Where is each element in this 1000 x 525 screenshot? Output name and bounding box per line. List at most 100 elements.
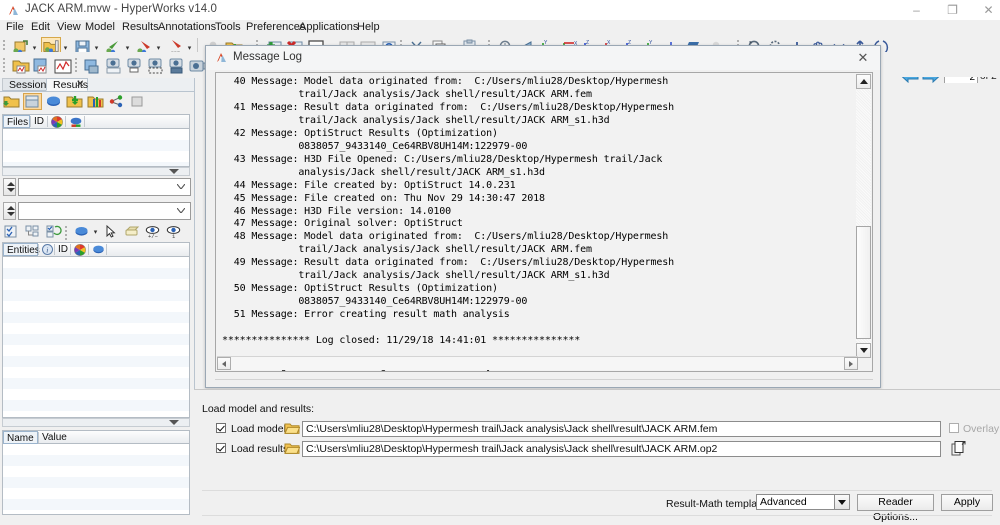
result-math-template-combo[interactable]: Advanced: [756, 494, 850, 510]
vscroll-thumb[interactable]: [856, 226, 871, 339]
column-files[interactable]: Files: [3, 115, 30, 128]
sync-icon[interactable]: [44, 223, 63, 240]
export-ppt-dropdown[interactable]: ▾: [186, 45, 193, 52]
column-entities-id[interactable]: ID: [55, 243, 70, 256]
column-name[interactable]: Name: [3, 431, 38, 444]
menu-annotations[interactable]: Annotations: [158, 21, 216, 33]
import-dropdown[interactable]: ▾: [124, 45, 131, 52]
mask-icon[interactable]: [122, 223, 141, 240]
column-id[interactable]: ID: [31, 115, 47, 128]
entities-shade-icon[interactable]: [89, 243, 106, 256]
result-component-selector[interactable]: [3, 202, 191, 220]
files-collapse-handle[interactable]: [2, 167, 190, 176]
copy-paths-icon[interactable]: [951, 440, 967, 457]
scroll-left-button[interactable]: [217, 357, 231, 370]
chevron-down-icon: [177, 184, 185, 189]
result-component-field[interactable]: [18, 202, 191, 220]
log-vertical-scrollbar[interactable]: [856, 74, 871, 358]
capture-dashed-icon[interactable]: [145, 56, 165, 75]
entities-grip[interactable]: [64, 224, 69, 241]
column-value[interactable]: Value: [39, 431, 79, 444]
export-dropdown[interactable]: ▾: [155, 45, 162, 52]
log-area: 40 Message: Model data originated from: …: [215, 72, 873, 400]
tab-close-icon[interactable]: ✕: [76, 78, 84, 91]
menu-tools[interactable]: Tools: [215, 21, 241, 33]
new-session-dropdown[interactable]: ▾: [31, 45, 38, 52]
contour-icon[interactable]: [44, 93, 63, 110]
dialog-separator: [215, 379, 873, 380]
files-list-body[interactable]: [2, 129, 190, 167]
menu-edit[interactable]: Edit: [31, 21, 50, 33]
load-results-path-field[interactable]: C:\Users\mliu28\Desktop\Hypermesh trail\…: [302, 441, 941, 457]
load-results-path: C:\Users\mliu28\Desktop\Hypermesh trail\…: [306, 443, 718, 455]
result-type-selector[interactable]: [3, 178, 191, 196]
plot-window-icon[interactable]: [52, 56, 72, 75]
maximize-button[interactable]: ❐: [936, 0, 969, 20]
visibility-toggle-icon[interactable]: +/−: [143, 223, 162, 240]
save-plot-icon[interactable]: [31, 56, 51, 75]
scroll-down-button[interactable]: [856, 343, 871, 358]
load-model-path-field[interactable]: C:\Users\mliu28\Desktop\Hypermesh trail\…: [302, 421, 941, 437]
log-horizontal-scrollbar[interactable]: [217, 356, 858, 370]
message-log-dialog: Message Log ✕ 40 Message: Model data ori…: [205, 45, 881, 428]
expand-tree-icon[interactable]: [23, 223, 42, 240]
name-value-body[interactable]: [2, 444, 190, 515]
files-contour-icon[interactable]: [66, 115, 84, 128]
load-results-checkbox[interactable]: [216, 443, 226, 453]
menu-model[interactable]: Model: [85, 21, 115, 33]
close-button[interactable]: ✕: [972, 0, 1000, 20]
entities-collapse-handle[interactable]: [2, 418, 190, 427]
toolbar-grip-6[interactable]: [2, 56, 7, 73]
save-session-dropdown[interactable]: ▾: [93, 45, 100, 52]
result-type-field[interactable]: [18, 178, 191, 196]
entities-list-body[interactable]: [2, 257, 190, 418]
load-results-icon[interactable]: [23, 93, 42, 110]
capture-region-icon[interactable]: [124, 56, 144, 75]
plot-icon[interactable]: [86, 93, 105, 110]
capture-fill-icon[interactable]: [166, 56, 186, 75]
toolbar-grip-7[interactable]: [74, 56, 79, 73]
result-component-stepper[interactable]: [3, 202, 16, 220]
capture-video-icon[interactable]: [187, 56, 207, 75]
combo-dropdown-icon[interactable]: [834, 495, 849, 509]
scroll-up-button[interactable]: [856, 74, 871, 89]
pointer-icon[interactable]: [101, 223, 120, 240]
column-entities[interactable]: Entities: [3, 243, 40, 256]
menu-preferences[interactable]: Preferences: [246, 21, 305, 33]
dialog-title-bar: Message Log ✕: [206, 46, 880, 70]
open-plot-icon[interactable]: [10, 56, 30, 75]
color-wheel-icon[interactable]: [48, 115, 65, 128]
reader-options-button[interactable]: Reader Options...: [857, 494, 934, 523]
apply-button[interactable]: Apply: [941, 494, 993, 511]
open-session-dropdown[interactable]: ▾: [62, 45, 69, 52]
status-separator: [202, 515, 992, 516]
scroll-right-button[interactable]: [844, 357, 858, 370]
menu-view[interactable]: View: [57, 21, 81, 33]
select-entities-icon[interactable]: [2, 223, 21, 240]
menu-file[interactable]: File: [6, 21, 24, 33]
share-icon[interactable]: [107, 93, 126, 110]
folder-icon[interactable]: [284, 421, 301, 435]
entities-color-wheel-icon[interactable]: [71, 243, 88, 256]
load-model-checkbox[interactable]: [216, 423, 226, 433]
entities-toolbar: ▾ +/− 1: [2, 222, 192, 241]
visibility-single-icon[interactable]: 1: [164, 223, 183, 240]
tab-session[interactable]: Session: [2, 78, 47, 91]
open-model-icon[interactable]: [2, 93, 21, 110]
footer-separator: [202, 490, 992, 491]
capture-save-icon[interactable]: [82, 56, 102, 75]
menu-applications[interactable]: Applications: [299, 21, 358, 33]
deactivate-icon[interactable]: [128, 93, 147, 110]
folder-icon-2[interactable]: [284, 441, 301, 455]
menu-results[interactable]: Results: [122, 21, 159, 33]
minimize-button[interactable]: –: [900, 0, 933, 20]
log-textbox[interactable]: 40 Message: Model data originated from: …: [215, 72, 873, 372]
capture-window-icon[interactable]: [103, 56, 123, 75]
menu-help[interactable]: Help: [357, 21, 380, 33]
shade-icon[interactable]: [72, 223, 91, 240]
info-icon[interactable]: i: [39, 243, 54, 256]
shade-dropdown[interactable]: ▾: [92, 229, 99, 236]
add-result-icon[interactable]: [65, 93, 84, 110]
dialog-close-icon[interactable]: ✕: [854, 49, 872, 67]
result-type-stepper[interactable]: [3, 178, 16, 196]
